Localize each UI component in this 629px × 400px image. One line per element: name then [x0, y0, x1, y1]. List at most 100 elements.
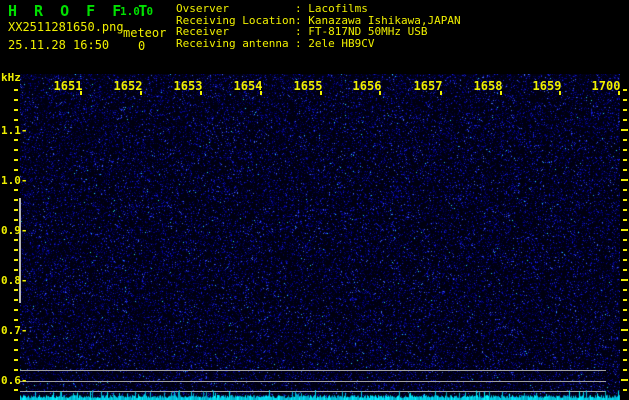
freq-minor-tick-left — [14, 149, 18, 151]
time-tick — [320, 91, 322, 95]
freq-tick-label: 0.6- — [1, 374, 28, 387]
freq-minor-tick-left — [14, 89, 18, 91]
freq-minor-tick-left — [14, 269, 18, 271]
freq-unit-label: kHz — [1, 71, 21, 84]
station-colon: : — [295, 37, 308, 50]
freq-minor-tick-left — [14, 289, 18, 291]
freq-minor-tick-right — [623, 369, 627, 371]
time-tick — [559, 91, 561, 95]
time-tick — [618, 91, 620, 95]
time-label: 1700 — [591, 79, 621, 93]
freq-minor-tick-right — [623, 389, 627, 391]
freq-minor-tick-right — [623, 239, 627, 241]
freq-range-marker — [19, 198, 21, 303]
station-label: Receiving antenna — [176, 38, 295, 50]
freq-minor-tick-left — [14, 359, 18, 361]
noise-level-strip-canvas — [20, 390, 620, 400]
freq-minor-tick-right — [623, 299, 627, 301]
time-tick — [200, 91, 202, 95]
time-tick — [80, 91, 82, 95]
freq-minor-tick-left — [14, 249, 18, 251]
freq-minor-tick-right — [623, 159, 627, 161]
freq-major-tick-right — [621, 129, 628, 131]
horizontal-marker-line — [20, 370, 606, 371]
freq-minor-tick-right — [623, 309, 627, 311]
station-value: 2ele HB9CV — [308, 37, 374, 50]
station-label: Ovserver — [176, 3, 295, 15]
time-tick — [140, 91, 142, 95]
freq-minor-tick-right — [623, 359, 627, 361]
freq-minor-tick-left — [14, 109, 18, 111]
freq-tick-label: 0.7- — [1, 324, 28, 337]
freq-minor-tick-left — [14, 339, 18, 341]
freq-major-tick-right — [621, 379, 628, 381]
station-row: Receiving antenna: 2ele HB9CV — [176, 38, 461, 50]
freq-minor-tick-left — [14, 209, 18, 211]
time-label: 1653 — [173, 79, 203, 93]
app-version: 1.0.0 — [120, 5, 153, 18]
freq-minor-tick-left — [14, 169, 18, 171]
freq-minor-tick-right — [623, 169, 627, 171]
freq-minor-tick-left — [14, 259, 18, 261]
freq-major-tick-right — [621, 329, 628, 331]
freq-minor-tick-right — [623, 269, 627, 271]
time-tick — [260, 91, 262, 95]
time-label: 1655 — [293, 79, 323, 93]
freq-minor-tick-left — [14, 219, 18, 221]
time-tick — [440, 91, 442, 95]
capture-datetime: 25.11.28 16:50 — [8, 38, 109, 52]
freq-minor-tick-right — [623, 249, 627, 251]
freq-minor-tick-left — [14, 239, 18, 241]
time-label: 1651 — [53, 79, 83, 93]
freq-minor-tick-left — [14, 349, 18, 351]
capture-mode-label: meteor — [123, 26, 166, 40]
freq-minor-tick-right — [623, 149, 627, 151]
time-label: 1658 — [473, 79, 503, 93]
freq-minor-tick-left — [14, 139, 18, 141]
freq-tick-label: 0.9- — [1, 224, 28, 237]
time-label: 1659 — [532, 79, 562, 93]
station-info: Ovserver: LacofilmsReceiving Location: K… — [176, 3, 461, 49]
freq-major-tick-right — [621, 179, 628, 181]
freq-tick-label: 1.1- — [1, 124, 28, 137]
time-tick — [500, 91, 502, 95]
freq-minor-tick-left — [14, 159, 18, 161]
freq-minor-tick-right — [623, 139, 627, 141]
freq-minor-tick-left — [14, 309, 18, 311]
freq-tick-label: 0.8- — [1, 274, 28, 287]
freq-minor-tick-right — [623, 189, 627, 191]
freq-minor-tick-left — [14, 189, 18, 191]
freq-minor-tick-right — [623, 89, 627, 91]
freq-major-tick-right — [621, 229, 628, 231]
freq-minor-tick-left — [14, 99, 18, 101]
time-label: 1656 — [352, 79, 382, 93]
freq-minor-tick-left — [14, 199, 18, 201]
freq-minor-tick-left — [14, 389, 18, 391]
spectrogram-canvas — [20, 74, 620, 400]
freq-minor-tick-left — [14, 299, 18, 301]
freq-minor-tick-right — [623, 99, 627, 101]
freq-minor-tick-right — [623, 259, 627, 261]
freq-minor-tick-right — [623, 119, 627, 121]
freq-minor-tick-right — [623, 319, 627, 321]
capture-filename: XX2511281650.png — [8, 20, 124, 34]
freq-minor-tick-left — [14, 319, 18, 321]
freq-minor-tick-right — [623, 209, 627, 211]
freq-minor-tick-left — [14, 119, 18, 121]
horizontal-marker-line — [20, 381, 606, 382]
freq-tick-label: 1.0- — [1, 174, 28, 187]
echo-count: 0 — [138, 39, 145, 53]
time-label: 1654 — [233, 79, 263, 93]
freq-minor-tick-right — [623, 199, 627, 201]
time-label: 1657 — [413, 79, 443, 93]
hrofft-window: H R O F F T 1.0.0 XX2511281650.png meteo… — [0, 0, 629, 400]
freq-minor-tick-left — [14, 369, 18, 371]
time-label: 1652 — [113, 79, 143, 93]
freq-minor-tick-right — [623, 219, 627, 221]
freq-minor-tick-right — [623, 289, 627, 291]
freq-minor-tick-right — [623, 109, 627, 111]
time-tick — [379, 91, 381, 95]
freq-minor-tick-right — [623, 349, 627, 351]
freq-major-tick-right — [621, 279, 628, 281]
freq-minor-tick-right — [623, 339, 627, 341]
